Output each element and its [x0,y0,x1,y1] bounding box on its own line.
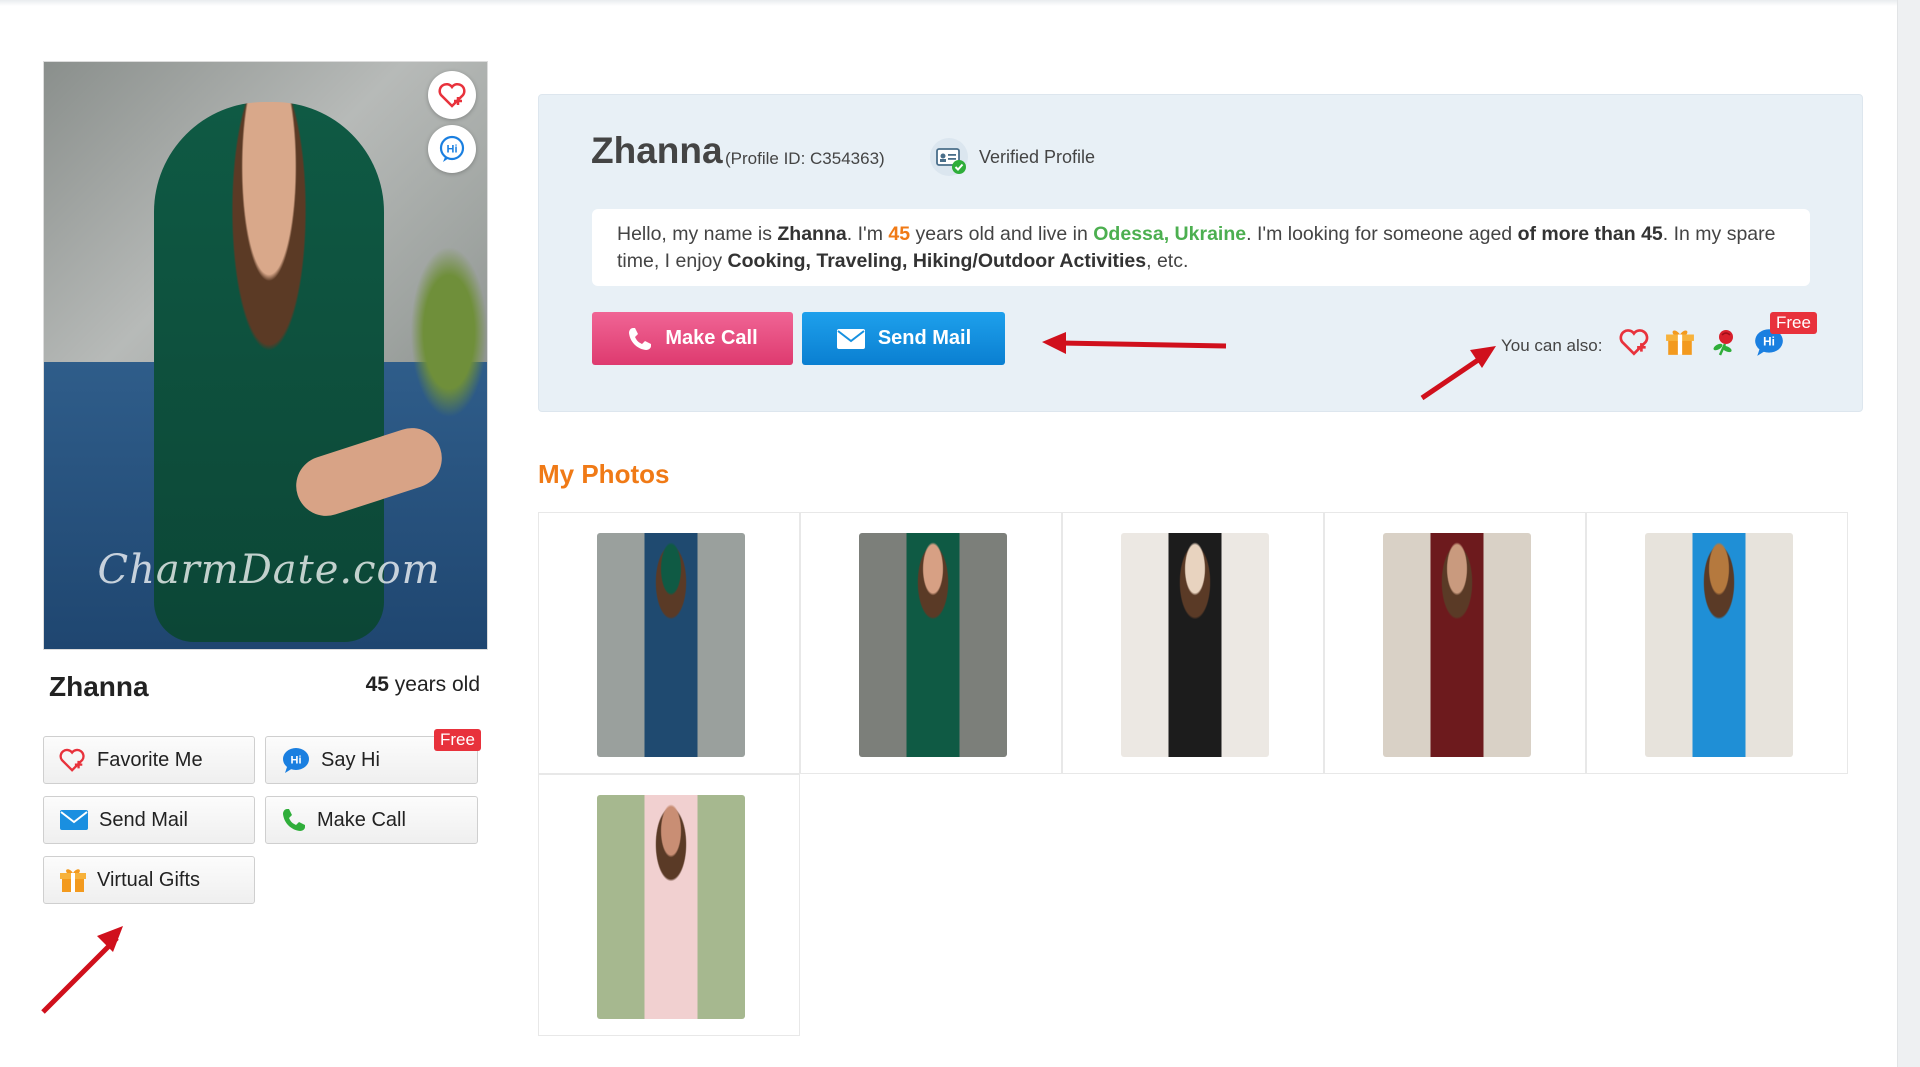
free-badge: Free [434,729,481,751]
favorite-me-button[interactable]: Favorite Me [43,736,255,784]
photo-cell [800,512,1062,774]
photo-thumbnail[interactable] [1383,533,1531,757]
annotation-arrow-buttons [1042,332,1227,354]
info-name: Zhanna [591,130,723,171]
photo-thumbnail[interactable] [1645,533,1793,757]
rose-icon [1713,330,1733,356]
make-call-label: Make Call [665,327,758,349]
you-can-also-label: You can also: [1501,336,1603,355]
intro-name: Zhanna [777,223,847,245]
favorite-heart-button[interactable] [428,71,476,119]
virtual-gifts-label: Virtual Gifts [97,868,200,891]
say-hi-circle-button[interactable]: Hi [428,125,476,173]
profile-id: (Profile ID: C354363) [725,149,885,168]
hi-chat-icon: Hi [283,748,309,773]
annotation-arrow-gifts [41,926,123,1014]
hi-badge-text: Hi [1763,336,1775,349]
photo-cell [1062,512,1324,774]
intro-part: years old and live in [910,223,1094,245]
also-favorite-button[interactable] [1617,324,1653,360]
make-call-side-button[interactable]: Make Call [265,796,478,844]
photo-cell [538,512,800,774]
say-hi-label: Say Hi [321,748,380,771]
hi-chat-icon: Hi [439,135,465,162]
also-gift-button[interactable] [1662,324,1698,360]
age-number: 45 [365,673,389,696]
hi-badge-text: Hi [291,755,302,767]
my-photos-title: My Photos [538,459,670,489]
phone-icon [629,327,652,350]
intro-age: 45 [888,223,911,245]
heart-plus-icon [59,748,85,772]
intro-location: Odessa, Ukraine [1093,223,1247,245]
send-mail-side-button[interactable]: Send Mail [43,796,255,844]
profile-name: Zhanna [49,671,149,702]
intro-part: Hello, my name is [617,223,778,245]
profile-age: 45 years old [366,673,480,697]
intro-seek-age: of more than 45 [1517,223,1663,245]
photo-thumbnail[interactable] [597,795,745,1019]
age-suffix: years old [388,673,480,696]
photo-cell [538,774,800,1036]
envelope-icon [836,328,865,349]
send-mail-label: Send Mail [99,808,188,831]
free-badge: Free [1770,312,1817,334]
intro-part: . I'm looking for someone aged [1246,223,1518,245]
verified-id-icon [930,138,968,176]
photo-plant-shape [404,232,487,432]
photo-thumbnail[interactable] [859,533,1007,757]
gift-icon [60,869,86,892]
hi-badge-text: Hi [447,144,458,156]
gift-icon [1666,330,1694,355]
make-call-label: Make Call [317,808,406,831]
also-rose-button[interactable] [1706,324,1742,360]
main-profile-photo[interactable]: CharmDate.com [43,61,488,650]
photo-grid [538,512,1850,1036]
page-scrollbar[interactable] [1897,0,1920,1067]
top-shade [0,0,1920,6]
make-call-button[interactable]: Make Call [592,312,793,365]
intro-hobbies: Cooking, Traveling, Hiking/Outdoor Activ… [727,250,1147,272]
phone-icon [283,809,305,831]
photo-cell [1324,512,1586,774]
send-mail-button[interactable]: Send Mail [802,312,1005,365]
heart-plus-icon [1619,329,1649,356]
verified-profile-label: Verified Profile [979,147,1096,167]
photo-watermark: CharmDate.com [97,547,441,593]
intro-part: . I'm [846,223,889,245]
photo-thumbnail[interactable] [1121,533,1269,757]
intro-text: Hello, my name is Zhanna. I'm 45 years o… [592,209,1810,286]
virtual-gifts-button[interactable]: Virtual Gifts [43,856,255,904]
favorite-me-label: Favorite Me [97,748,203,771]
heart-plus-icon [438,82,466,108]
photo-thumbnail[interactable] [597,533,745,757]
intro-part: , etc. [1146,250,1189,272]
photo-cell [1586,512,1848,774]
annotation-arrow-you-can-also [1420,346,1496,401]
send-mail-label: Send Mail [877,327,972,349]
envelope-icon [60,810,88,830]
